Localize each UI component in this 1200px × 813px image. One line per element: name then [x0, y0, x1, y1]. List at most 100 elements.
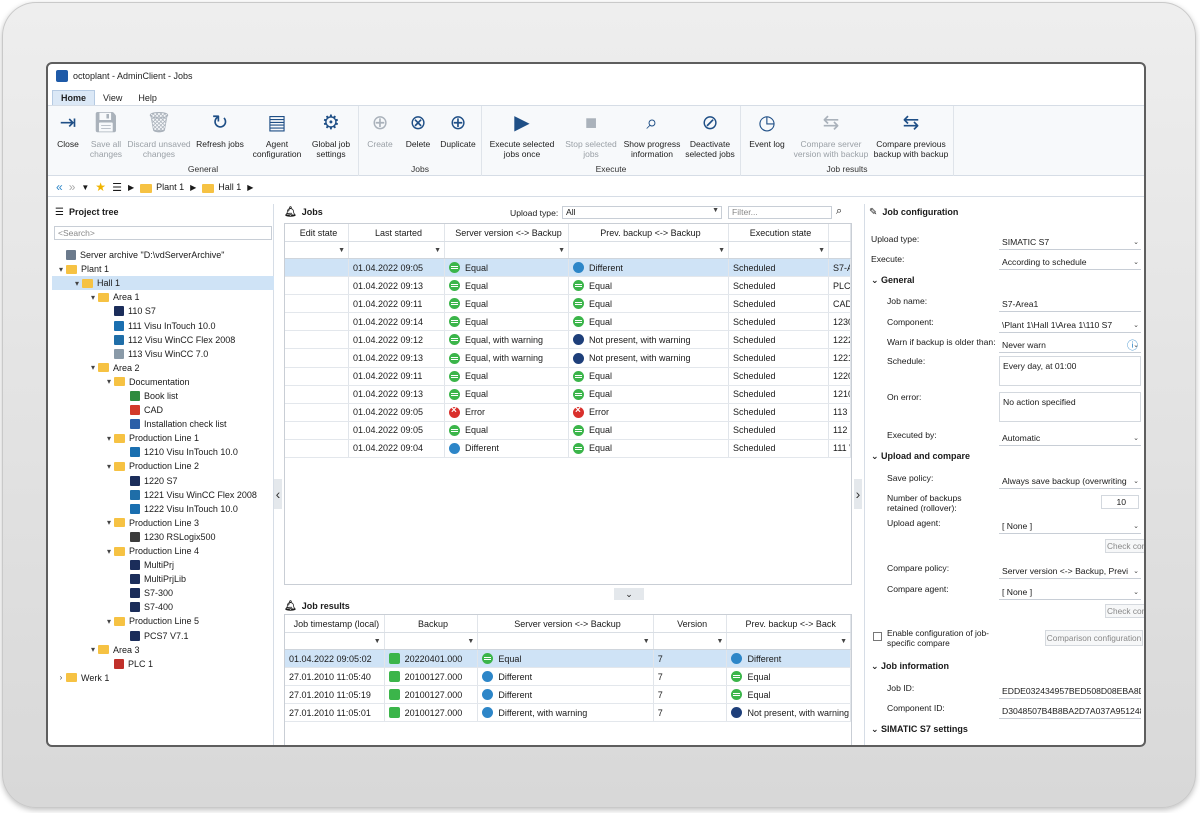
section-general[interactable]: ⌄ General [871, 275, 915, 286]
enable-config-checkbox[interactable] [873, 632, 882, 641]
tree-node[interactable]: 113 Visu WinCC 7.0 [52, 347, 274, 361]
table-row[interactable]: 01.04.2022 09:11 Equal Equal Scheduled CAD [285, 295, 851, 314]
tree-node[interactable]: ▾ Production Line 3 [52, 516, 274, 530]
jobs-filter-input[interactable]: Filter... [728, 206, 832, 219]
table-row[interactable]: 01.04.2022 09:13 Equal, with warning Not p… [285, 349, 851, 368]
column-header[interactable]: Server version <-> Backup [478, 615, 654, 632]
table-row[interactable]: 01.04.2022 09:13 Equal Equal Scheduled 1210 [285, 385, 851, 404]
tree-node[interactable]: ▾ Documentation [52, 375, 274, 389]
column-filter-icon[interactable]: ▼ [654, 633, 728, 649]
tree-search-input[interactable]: <Search> [54, 226, 272, 240]
compare-policy-value[interactable]: Server version <-> Backup, Previ ⌄ [999, 563, 1141, 579]
tree-node[interactable]: ▾ Area 1 [52, 290, 274, 304]
table-row[interactable]: 01.04.2022 09:05 Error Error Scheduled 113 V [285, 403, 851, 422]
column-header[interactable]: Edit state [285, 224, 349, 241]
expand-toggle-icon[interactable]: ▾ [104, 434, 114, 443]
table-row[interactable]: 01.04.2022 09:04 Different Equal Scheduled 1… [285, 439, 851, 459]
column-filter-icon[interactable]: ▼ [285, 242, 349, 258]
tree-node[interactable]: 1222 Visu InTouch 10.0 [52, 502, 274, 516]
component-value[interactable]: \Plant 1\Hall 1\Area 1\110 S7 ⌄ [999, 317, 1141, 333]
menu-help[interactable]: Help [130, 91, 165, 105]
table-row[interactable]: 27.01.2010 11:05:40 20100127.000 Different… [285, 668, 852, 687]
table-row[interactable]: 01.04.2022 09:05 Equal Different Scheduled S… [285, 259, 851, 278]
table-row[interactable]: 01.04.2022 09:12 Equal, with warning Not p… [285, 331, 851, 350]
tree-node[interactable]: 112 Visu WinCC Flex 2008 [52, 333, 274, 347]
info-icon[interactable]: ⓘ [1127, 337, 1138, 353]
tree-node[interactable]: ▾ Area 2 [52, 361, 274, 375]
tree-node[interactable]: CAD [52, 403, 274, 417]
section-simatic-s7[interactable]: ⌄ SIMATIC S7 settings [871, 724, 968, 735]
tree-node[interactable]: 110 S7 [52, 304, 274, 318]
expand-toggle-icon[interactable]: ▾ [88, 645, 98, 654]
expand-toggle-icon[interactable]: ▾ [72, 279, 82, 288]
tree-node[interactable]: Book list [52, 389, 274, 403]
column-header[interactable]: Execution state [729, 224, 829, 241]
column-header[interactable] [829, 224, 851, 241]
table-row[interactable]: 27.01.2010 11:05:01 20100127.000 Different… [285, 704, 852, 723]
back-icon[interactable]: « [56, 180, 63, 194]
tree-node[interactable]: PLC 1 [52, 657, 274, 671]
table-row[interactable]: 01.04.2022 09:14 Equal Equal Scheduled 1230 [285, 313, 851, 332]
column-header[interactable]: Last started [349, 224, 445, 241]
schedule-value[interactable]: Every day, at 01:00 [999, 356, 1141, 386]
forward-icon[interactable]: » [69, 180, 76, 194]
upload-type-select[interactable]: All ▼ [562, 206, 722, 219]
job-name-value[interactable]: S7-Area1 [999, 296, 1141, 312]
column-filter-icon[interactable]: ▼ [285, 633, 385, 649]
column-filter-icon[interactable] [829, 242, 851, 258]
tree-node[interactable]: Installation check list [52, 417, 274, 431]
tree-node[interactable]: ▾ Production Line 2 [52, 459, 274, 473]
comparison-configuration-button[interactable]: Comparison configuration [1045, 630, 1143, 646]
tree-node[interactable]: ▾ Production Line 1 [52, 431, 274, 445]
column-filter-icon[interactable]: ▼ [478, 633, 654, 649]
expand-toggle-icon[interactable]: ▾ [88, 293, 98, 302]
breadcrumb-plant[interactable]: Plant 1 [140, 182, 184, 193]
tree-node[interactable]: MultiPrj [52, 558, 274, 572]
column-header[interactable]: Server version <-> Backup [445, 224, 569, 241]
column-filter-icon[interactable]: ▼ [727, 633, 851, 649]
collapse-left-icon[interactable]: ‹ [274, 479, 282, 509]
tree-node[interactable]: ▾ Hall 1 [52, 276, 274, 291]
expand-toggle-icon[interactable]: ▾ [104, 617, 114, 626]
check-connection-button[interactable]: Check connection [1105, 539, 1144, 553]
tree-node[interactable]: ▾ Production Line 5 [52, 614, 274, 628]
expand-toggle-icon[interactable]: › [56, 673, 66, 682]
column-filter-icon[interactable]: ▼ [729, 242, 829, 258]
column-header[interactable]: Prev. backup <-> Back [727, 615, 852, 632]
favorite-star-icon[interactable]: ★ [95, 180, 106, 194]
column-filter-icon[interactable]: ▼ [349, 242, 445, 258]
warn-backup-value[interactable]: Never warn ⌄ [999, 337, 1141, 353]
upload-type-value[interactable]: SIMATIC S7 ⌄ [999, 234, 1141, 250]
collapse-right-icon[interactable]: › [854, 479, 862, 509]
execute-value[interactable]: According to schedule ⌄ [999, 254, 1141, 270]
expand-toggle-icon[interactable]: ▾ [88, 363, 98, 372]
column-header[interactable]: Backup [385, 615, 479, 632]
tree-node[interactable]: ▾ Production Line 4 [52, 544, 274, 558]
list-view-icon[interactable]: ☰ [112, 181, 122, 194]
tree-node[interactable]: › Werk 1 [52, 671, 274, 685]
column-header[interactable]: Job timestamp (local) [285, 615, 385, 632]
column-filter-icon[interactable]: ▼ [385, 633, 479, 649]
search-icon[interactable]: ⌕ [836, 205, 842, 218]
tree-node[interactable]: S7-300 [52, 586, 274, 600]
job-id-value[interactable]: EDDE032434957BED508D08EBA8DBD [999, 683, 1141, 699]
table-row[interactable]: 27.01.2010 11:05:19 20100127.000 Different… [285, 686, 852, 705]
menu-view[interactable]: View [95, 91, 130, 105]
tree-node[interactable]: S7-400 [52, 600, 274, 614]
column-filter-icon[interactable]: ▼ [445, 242, 569, 258]
breadcrumb-hall[interactable]: Hall 1 [202, 182, 241, 193]
column-header[interactable]: Prev. backup <-> Backup [569, 224, 729, 241]
expand-toggle-icon[interactable]: ▾ [104, 462, 114, 471]
section-job-information[interactable]: ⌄ Job information [871, 661, 949, 672]
check-connection-button[interactable]: Check connection [1105, 604, 1144, 618]
tree-node[interactable]: 1210 Visu InTouch 10.0 [52, 445, 274, 459]
expand-toggle-icon[interactable]: ▾ [104, 547, 114, 556]
expand-toggle-icon[interactable]: ▾ [104, 377, 114, 386]
tree-node[interactable]: 111 Visu InTouch 10.0 [52, 318, 274, 332]
upload-agent-value[interactable]: [ None ] ⌄ [999, 518, 1141, 534]
on-error-value[interactable]: No action specified [999, 392, 1141, 422]
tree-node[interactable]: ▾ Plant 1 [52, 262, 274, 276]
history-dropdown-icon[interactable]: ▼ [81, 183, 89, 192]
tree-node[interactable]: PCS7 V7.1 [52, 629, 274, 643]
tree-node[interactable]: ▾ Area 3 [52, 643, 274, 657]
